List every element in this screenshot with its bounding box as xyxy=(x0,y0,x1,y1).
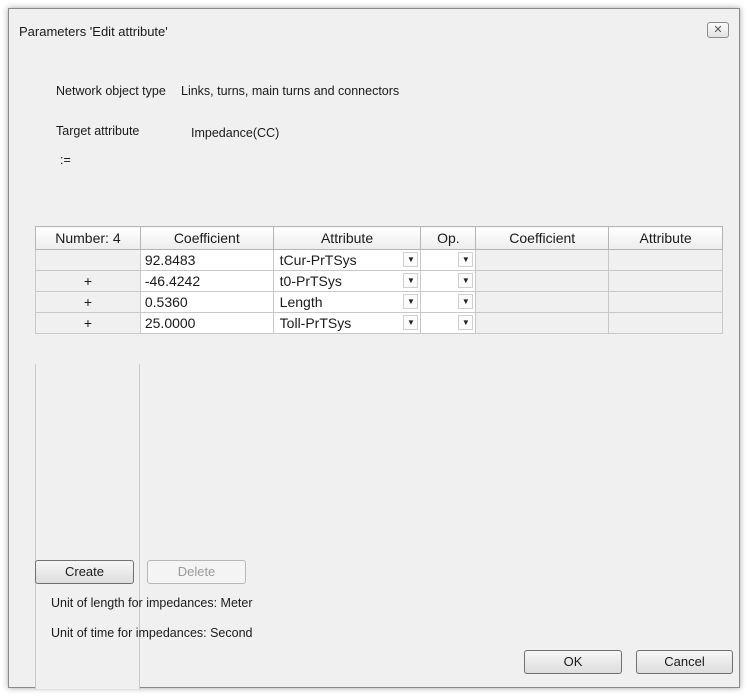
header-row: Number: 4 Coefficient Attribute Op. Coef… xyxy=(35,226,723,250)
network-object-label: Network object type xyxy=(56,84,166,98)
coefficient-2-cell xyxy=(475,270,610,292)
row-operator[interactable]: + xyxy=(35,270,141,292)
column-header-attribute[interactable]: Attribute xyxy=(272,226,422,250)
table-row: + 25.0000 Toll-PrTSys ▼ ▼ xyxy=(35,312,723,334)
operator-dropdown[interactable]: ▼ xyxy=(420,312,477,334)
coefficient-cell[interactable]: 25.0000 xyxy=(139,312,274,334)
coefficient-2-cell xyxy=(475,249,610,271)
network-object-value: Links, turns, main turns and connectors xyxy=(181,84,400,98)
column-header-operator[interactable]: Op. xyxy=(420,226,477,250)
create-button[interactable]: Create xyxy=(35,560,134,584)
row-operator[interactable]: + xyxy=(35,312,141,334)
chevron-down-icon[interactable]: ▼ xyxy=(403,273,419,288)
formula-grid: Number: 4 Coefficient Attribute Op. Coef… xyxy=(35,226,723,689)
attribute-2-cell xyxy=(608,312,723,334)
delete-button[interactable]: Delete xyxy=(147,560,246,584)
dialog-title: Parameters 'Edit attribute' xyxy=(19,24,168,39)
cancel-button[interactable]: Cancel xyxy=(636,650,733,674)
column-header-attribute-2[interactable]: Attribute xyxy=(608,226,723,250)
attribute-2-cell xyxy=(608,249,723,271)
target-attribute-value: Impedance(CC) xyxy=(191,126,280,140)
unit-time-text: Unit of time for impedances: Second xyxy=(51,626,253,640)
coefficient-cell[interactable]: 92.8483 xyxy=(139,249,274,271)
coefficient-2-cell xyxy=(475,312,610,334)
assign-symbol: := xyxy=(60,153,71,167)
target-attribute-label: Target attribute xyxy=(56,124,140,138)
table-row: + 0.5360 Length ▼ ▼ xyxy=(35,291,723,313)
row-operator[interactable]: + xyxy=(35,291,141,313)
row-header-column xyxy=(35,364,140,689)
table-row: + -46.4242 t0-PrTSys ▼ ▼ xyxy=(35,270,723,292)
operator-dropdown[interactable]: ▼ xyxy=(420,270,477,292)
unit-length-text: Unit of length for impedances: Meter xyxy=(51,596,253,610)
row-operator[interactable] xyxy=(35,249,141,271)
attribute-dropdown[interactable]: t0-PrTSys ▼ xyxy=(272,270,422,292)
chevron-down-icon[interactable]: ▼ xyxy=(403,315,419,330)
attribute-dropdown[interactable]: Length ▼ xyxy=(272,291,422,313)
edit-attribute-dialog: Parameters 'Edit attribute' ✕ Network ob… xyxy=(8,8,740,689)
operator-dropdown[interactable]: ▼ xyxy=(420,249,477,271)
formula-table: Number: 4 Coefficient Attribute Op. Coef… xyxy=(35,226,723,334)
attribute-2-cell xyxy=(608,291,723,313)
ok-button[interactable]: OK xyxy=(524,650,622,674)
chevron-down-icon[interactable]: ▼ xyxy=(403,252,419,267)
column-header-coefficient[interactable]: Coefficient xyxy=(139,226,274,250)
attribute-2-cell xyxy=(608,270,723,292)
coefficient-cell[interactable]: 0.5360 xyxy=(139,291,274,313)
chevron-down-icon[interactable]: ▼ xyxy=(458,294,474,309)
attribute-value: t0-PrTSys xyxy=(279,273,342,289)
attribute-value: tCur-PrTSys xyxy=(279,252,357,268)
column-header-number[interactable]: Number: 4 xyxy=(35,226,141,250)
attribute-value: Toll-PrTSys xyxy=(279,315,352,331)
attribute-dropdown[interactable]: Toll-PrTSys ▼ xyxy=(272,312,422,334)
chevron-down-icon[interactable]: ▼ xyxy=(458,315,474,330)
attribute-dropdown[interactable]: tCur-PrTSys ▼ xyxy=(272,249,422,271)
column-header-coefficient-2[interactable]: Coefficient xyxy=(475,226,610,250)
close-icon: ✕ xyxy=(713,24,723,36)
coefficient-2-cell xyxy=(475,291,610,313)
coefficient-cell[interactable]: -46.4242 xyxy=(139,270,274,292)
chevron-down-icon[interactable]: ▼ xyxy=(403,294,419,309)
chevron-down-icon[interactable]: ▼ xyxy=(458,273,474,288)
title-bar: Parameters 'Edit attribute' ✕ xyxy=(9,9,739,49)
table-row: 92.8483 tCur-PrTSys ▼ ▼ xyxy=(35,249,723,271)
close-button[interactable]: ✕ xyxy=(707,22,729,38)
chevron-down-icon[interactable]: ▼ xyxy=(458,252,474,267)
attribute-value: Length xyxy=(279,294,323,310)
operator-dropdown[interactable]: ▼ xyxy=(420,291,477,313)
